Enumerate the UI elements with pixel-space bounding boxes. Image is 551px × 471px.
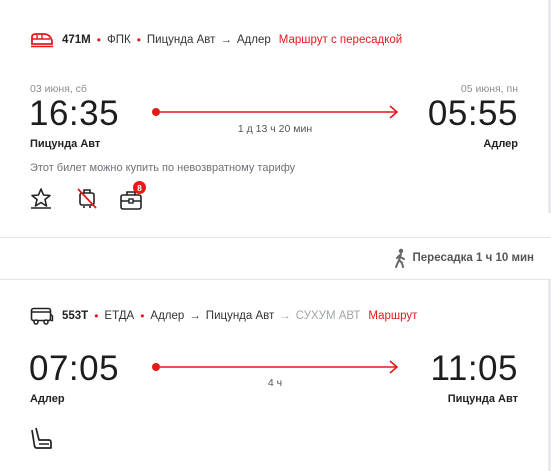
seat-icon — [30, 426, 54, 457]
to-station: Адлер — [236, 34, 271, 46]
final-station: СУХУМ АВТ — [295, 310, 361, 322]
carrier: ФПК — [106, 34, 131, 46]
bus-icon — [30, 307, 54, 325]
arrival-city: Пицунда Авт — [447, 393, 518, 405]
route-link[interactable]: Маршрут с пересадкой — [279, 34, 402, 46]
arrow-right-icon: → — [279, 310, 291, 322]
notification-badge: 8 — [133, 181, 146, 194]
divider — [0, 279, 551, 280]
walking-person-icon — [392, 248, 408, 268]
separator-dot: • — [96, 33, 101, 47]
separator-dot: • — [94, 309, 99, 323]
trip-duration: 4 ч — [267, 377, 283, 389]
route-link[interactable]: Маршрут — [368, 310, 417, 322]
bus-number: 553Т — [62, 310, 89, 322]
divider — [0, 237, 551, 238]
separator-dot: • — [136, 33, 141, 47]
trip-duration: 1 д 13 ч 20 мин — [237, 123, 313, 135]
departure-city: Пицунда Авт — [30, 138, 101, 150]
arrow-right-icon: → — [189, 310, 201, 322]
arrival-city: Адлер — [483, 138, 518, 150]
train-icon — [30, 32, 54, 48]
departure-time: 16:35 — [29, 94, 120, 133]
tariff-note: Этот билет можно купить по невозвратному… — [30, 162, 296, 174]
train-number: 471М — [62, 34, 91, 46]
segment2-header: 553Т • ЕТДА • Адлер → Пицунда Авт → СУХУ… — [30, 307, 417, 325]
departure-time: 07:05 — [29, 349, 120, 388]
transfer-info: Пересадка 1 ч 10 мин — [392, 248, 534, 268]
arrow-right-icon: → — [220, 34, 232, 46]
no-luggage-icon — [75, 186, 99, 215]
arrival-time: 05:55 — [427, 94, 518, 133]
route-timeline — [152, 105, 399, 119]
route-timeline — [152, 360, 399, 374]
to-station: Пицунда Авт — [205, 310, 275, 322]
transfer-label: Пересадка 1 ч 10 мин — [412, 252, 534, 264]
star-icon — [30, 187, 52, 214]
departure-city: Адлер — [30, 393, 65, 405]
from-station: Пицунда Авт — [146, 34, 216, 46]
separator-dot: • — [140, 309, 145, 323]
segment1-header: 471М • ФПК • Пицунда Авт → Адлер Маршрут… — [30, 32, 402, 48]
from-station: Адлер — [150, 310, 185, 322]
carrier: ЕТДА — [104, 310, 135, 322]
arrival-time: 11:05 — [430, 349, 518, 388]
